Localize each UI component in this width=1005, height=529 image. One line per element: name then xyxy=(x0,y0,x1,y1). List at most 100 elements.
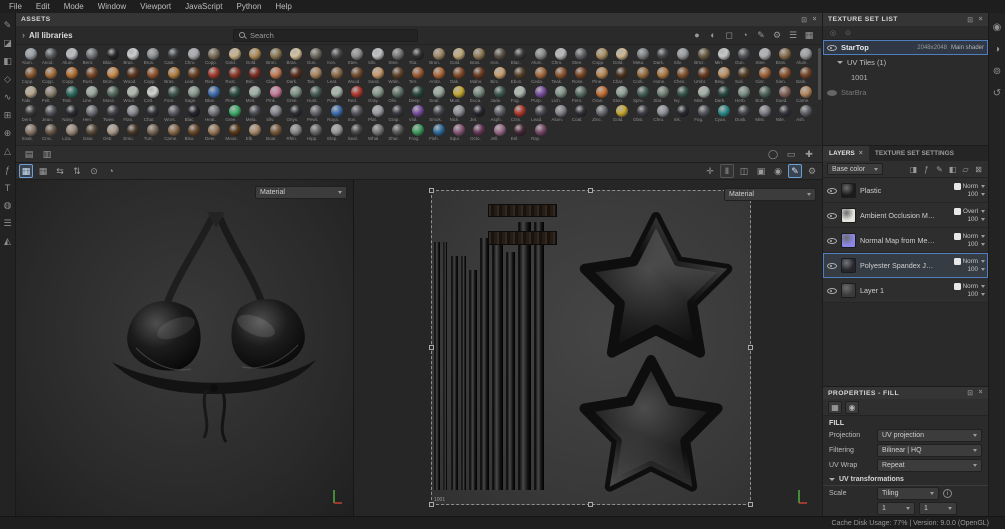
material-thumbnail[interactable]: Anod. xyxy=(41,48,61,66)
opacity-dropdown[interactable]: 100 xyxy=(967,266,985,273)
symmetry-icon[interactable]: ⇆ xyxy=(53,164,67,178)
material-thumbnail[interactable]: Turt. xyxy=(143,124,163,142)
material-thumbnail[interactable]: Biso. xyxy=(184,124,204,142)
scale-mode-dropdown[interactable]: Tiling xyxy=(877,487,939,501)
material-thumbnail[interactable]: Copp. xyxy=(21,67,41,85)
dock-icon[interactable]: ⊡ xyxy=(801,16,807,24)
material-thumbnail[interactable]: Ambr. xyxy=(429,67,449,85)
material-thumbnail[interactable]: Navy. xyxy=(62,105,82,123)
material-thumbnail[interactable]: Birc. xyxy=(490,67,510,85)
material-thumbnail[interactable]: Croc. xyxy=(41,124,61,142)
material-thumbnail[interactable]: Smok. xyxy=(429,105,449,123)
particles-tool-icon[interactable]: ◍ xyxy=(1,199,14,212)
material-mode-icon[interactable]: ▦ xyxy=(828,400,842,414)
material-thumbnail[interactable]: Bras. xyxy=(469,48,489,66)
material-thumbnail[interactable]: Bras. xyxy=(164,67,184,85)
material-thumbnail[interactable]: Teal. xyxy=(62,86,82,104)
material-thumbnail[interactable]: Dark. xyxy=(714,86,734,104)
camera-icon[interactable]: ▣ xyxy=(754,164,768,178)
close-icon[interactable]: × xyxy=(979,389,984,397)
material-thumbnail[interactable]: Oliv. xyxy=(388,86,408,104)
material-thumbnail[interactable]: Chro. xyxy=(653,105,673,123)
filter-smart-materials-icon[interactable]: ◐ xyxy=(706,28,720,42)
material-thumbnail[interactable]: Came. xyxy=(164,124,184,142)
viewport-settings-icon[interactable]: ⚙ xyxy=(805,164,819,178)
material-thumbnail[interactable]: Silv. xyxy=(368,48,388,66)
material-thumbnail[interactable]: Silv. xyxy=(673,48,693,66)
lazy-mouse-icon[interactable]: ⊙ xyxy=(87,164,101,178)
material-thumbnail[interactable]: Ray. xyxy=(531,124,551,142)
material-thumbnail[interactable]: Beig. xyxy=(714,67,734,85)
material-thumbnail[interactable]: Gato. xyxy=(82,124,102,142)
material-thumbnail[interactable]: Ostr. xyxy=(103,124,123,142)
blend-mode-dropdown[interactable]: Norm xyxy=(963,283,985,290)
add-mask-icon[interactable]: ◨ xyxy=(908,163,919,175)
material-thumbnail[interactable]: Copp. xyxy=(592,48,612,66)
material-thumbnail[interactable]: Ivy. xyxy=(673,86,693,104)
material-thumbnail[interactable]: Hone. xyxy=(653,67,673,85)
material-thumbnail[interactable]: Frog. xyxy=(408,124,428,142)
viewport-2d[interactable]: 1001 Material xyxy=(354,180,822,516)
material-thumbnail[interactable]: Came. xyxy=(796,86,816,104)
polygon-fill-tool-icon[interactable]: ◇ xyxy=(1,73,14,86)
menu-viewport[interactable]: Viewport xyxy=(133,2,178,11)
shelf-panel-icon[interactable]: ▤ xyxy=(22,147,36,161)
visibility-eye-icon[interactable] xyxy=(827,43,837,52)
material-thumbnail[interactable]: Felt. xyxy=(41,86,61,104)
material-thumbnail[interactable]: Bron. xyxy=(266,48,286,66)
material-thumbnail[interactable]: Mint. xyxy=(245,86,265,104)
material-dropdown-3d[interactable]: Material xyxy=(255,186,347,199)
opacity-dropdown[interactable]: 100 xyxy=(967,241,985,248)
material-thumbnail[interactable]: Pewt. xyxy=(306,105,326,123)
material-thumbnail[interactable]: Elk. xyxy=(245,124,265,142)
material-thumbnail[interactable]: Fern. xyxy=(571,86,591,104)
material-thumbnail[interactable]: Deer. xyxy=(204,124,224,142)
blend-mode-dropdown[interactable]: Norm xyxy=(963,258,985,265)
close-icon[interactable]: × xyxy=(979,16,984,24)
tile-handle[interactable] xyxy=(429,344,434,350)
material-thumbnail[interactable]: Spru. xyxy=(633,86,653,104)
material-thumbnail[interactable]: Cast. xyxy=(164,48,184,66)
display-settings-icon[interactable]: ◉ xyxy=(991,21,1004,34)
visibility-eye-icon[interactable] xyxy=(827,186,837,195)
dock-icon[interactable]: ⊡ xyxy=(967,389,973,397)
material-thumbnail[interactable]: Gold. xyxy=(225,48,245,66)
menu-edit[interactable]: Edit xyxy=(29,2,57,11)
add-folder-icon[interactable]: ▱ xyxy=(960,163,971,175)
grid-view-icon[interactable]: ▦ xyxy=(802,28,816,42)
material-thumbnail[interactable]: Stee. xyxy=(755,48,775,66)
material-thumbnail[interactable]: Rust. xyxy=(82,67,102,85)
material-thumbnail[interactable]: Fore. xyxy=(164,86,184,104)
material-thumbnail[interactable]: Ches. xyxy=(673,67,693,85)
material-thumbnail[interactable]: Hipp. xyxy=(306,124,326,142)
material-thumbnail[interactable]: Teak. xyxy=(551,67,571,85)
material-thumbnail[interactable]: Oran. xyxy=(592,86,612,104)
material-thumbnail[interactable]: Fish. xyxy=(429,124,449,142)
opacity-dropdown[interactable]: 100 xyxy=(967,291,985,298)
material-thumbnail[interactable]: Mirr. xyxy=(714,48,734,66)
camera-settings-icon[interactable]: ⊚ xyxy=(991,65,1004,78)
material-thumbnail[interactable]: Grap. xyxy=(388,105,408,123)
tile-handle[interactable] xyxy=(588,188,593,193)
material-thumbnail[interactable]: Seal. xyxy=(347,124,367,142)
shader-settings-icon[interactable]: ◑ xyxy=(991,43,1004,56)
tsl-search-icon[interactable]: ⊙ xyxy=(843,28,853,38)
material-thumbnail[interactable]: Gold. xyxy=(612,105,632,123)
bikini-top-model[interactable] xyxy=(16,180,353,516)
geometry-mask-tool-icon[interactable]: △ xyxy=(1,145,14,158)
material-thumbnail[interactable]: Purp. xyxy=(531,86,551,104)
material-thumbnail[interactable]: Alum. xyxy=(21,48,41,66)
delete-layer-icon[interactable]: ⊠ xyxy=(973,163,984,175)
tile-handle[interactable] xyxy=(588,502,593,507)
material-thumbnail[interactable]: Sien. xyxy=(775,67,795,85)
material-thumbnail[interactable]: Snak. xyxy=(21,124,41,142)
history-icon[interactable]: ◔ xyxy=(104,164,118,178)
material-thumbnail[interactable]: Fabr. xyxy=(21,86,41,104)
menu-python[interactable]: Python xyxy=(230,2,269,11)
material-thumbnail[interactable]: Deni. xyxy=(21,105,41,123)
eraser-tool-icon[interactable]: ◪ xyxy=(1,37,14,50)
material-thumbnail[interactable]: Iron. xyxy=(327,48,347,66)
material-thumbnail[interactable]: Hunt. xyxy=(306,86,326,104)
material-thumbnail[interactable]: Waln. xyxy=(388,67,408,85)
material-thumbnail[interactable]: Flan. xyxy=(123,105,143,123)
